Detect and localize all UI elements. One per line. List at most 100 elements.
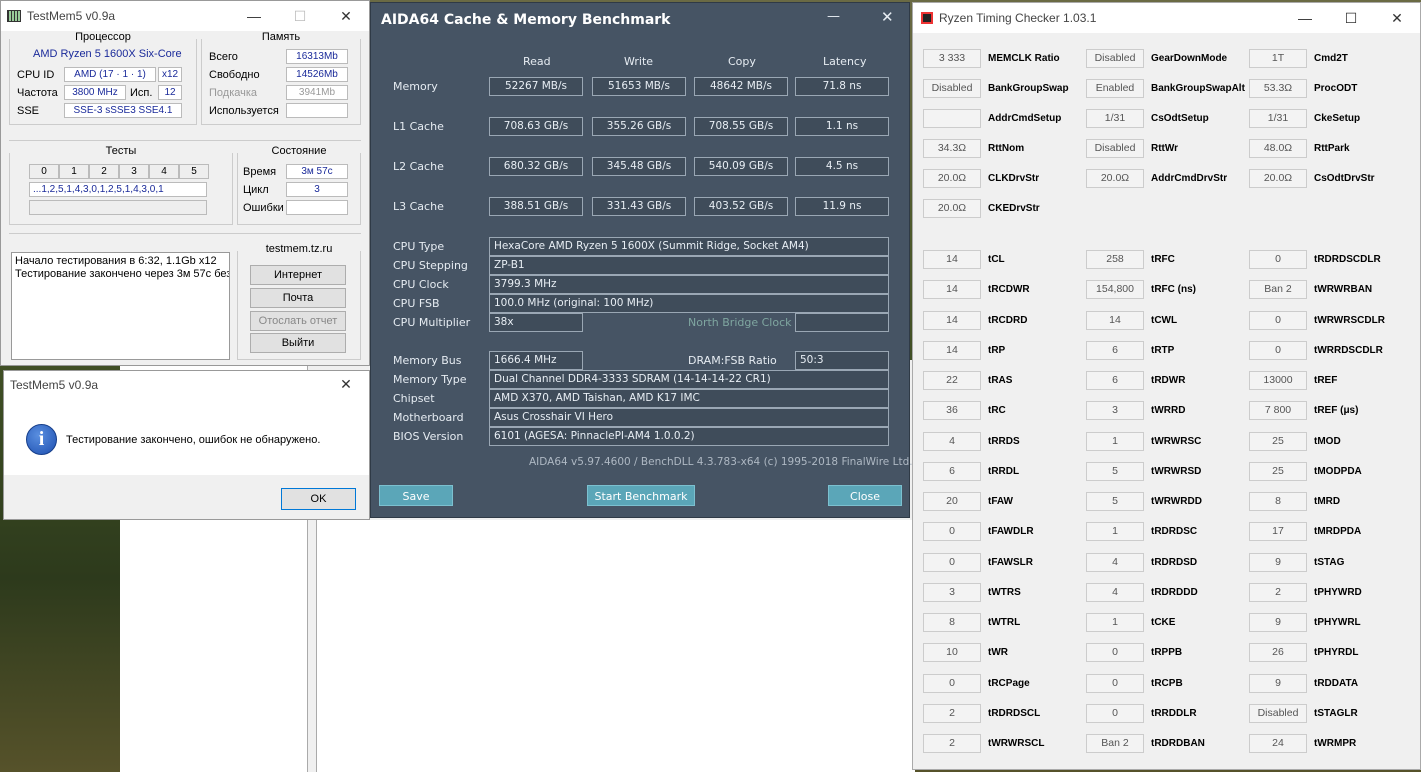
close-button[interactable]: ✕ <box>881 8 894 26</box>
timing-label: tWR <box>988 647 1008 659</box>
cpu-stepping-label: CPU Stepping <box>393 259 468 272</box>
timing-value: 14 <box>923 280 981 300</box>
close-button[interactable]: ✕ <box>1374 10 1420 27</box>
value-box: 403.52 GB/s <box>694 197 788 216</box>
timing-value: 1 <box>1086 431 1144 451</box>
value-box: 708.63 GB/s <box>489 117 583 136</box>
timing-label: tWTRL <box>988 617 1021 628</box>
close-button-bottom[interactable]: Close <box>828 485 902 506</box>
total-label: Всего <box>209 51 238 63</box>
test-sequence-field: ...1,2,5,1,4,3,0,1,2,5,1,4,3,0,1 <box>29 182 207 197</box>
close-button[interactable]: ✕ <box>323 376 369 393</box>
timing-value: 20 <box>923 492 981 511</box>
timing-value: 1/31 <box>1249 109 1307 128</box>
col-header-write: Write <box>624 55 654 68</box>
message-dialog: TestMem5 v0.9a ✕ i Тестирование закончен… <box>3 370 370 520</box>
mail-button[interactable]: Почта <box>250 288 346 308</box>
timing-label: tRCDWR <box>988 284 1030 296</box>
timing-label: RttNom <box>988 143 1025 154</box>
timing-value: 3 <box>923 582 981 602</box>
bios-box: 6101 (AGESA: PinnaclePI-AM4 1.0.0.2) <box>489 427 889 446</box>
save-button[interactable]: Save <box>379 485 453 506</box>
timing-value: 9 <box>1249 613 1307 632</box>
cpuid-field: AMD (17 · 1 · 1) <box>64 67 156 82</box>
group-title: Процессор <box>75 31 131 43</box>
group-title: Тесты <box>105 145 137 157</box>
start-benchmark-button[interactable]: Start Benchmark <box>587 485 695 506</box>
timing-value: Disabled <box>1249 703 1307 723</box>
exit-button[interactable]: Выйти <box>250 333 346 353</box>
timing-label: tFAWDLR <box>988 526 1034 538</box>
timing-value: 48.0Ω <box>1249 139 1307 158</box>
divider <box>9 233 361 234</box>
free-label: Свободно <box>209 69 260 81</box>
minimize-button[interactable]: — <box>231 8 277 24</box>
timing-value: 25 <box>1249 461 1307 481</box>
testmem-titlebar: TestMem5 v0.9a — ☐ ✕ <box>1 1 369 31</box>
row-label-l3: L3 Cache <box>393 200 444 213</box>
minimize-button[interactable]: — <box>827 9 840 24</box>
timing-label: tRCPB <box>1151 677 1183 689</box>
cpu-multiplier-box: 38x <box>489 313 583 332</box>
timing-label: tRAS <box>988 375 1013 386</box>
timing-value: 9 <box>1249 673 1307 693</box>
background-pane-right <box>316 520 915 772</box>
timing-value: 2 <box>923 734 981 753</box>
timing-label: tPHYWRD <box>1314 586 1362 598</box>
timing-value: 9 <box>1249 552 1307 572</box>
timing-value: 14 <box>923 250 981 269</box>
maximize-button[interactable]: ☐ <box>1328 10 1374 27</box>
ok-button[interactable]: OK <box>281 488 356 510</box>
timing-label: tRDDATA <box>1314 677 1359 689</box>
timing-label: tWRWRSD <box>1151 465 1202 477</box>
mem-type-label: Memory Type <box>393 373 467 386</box>
value-box: 4.5 ns <box>795 157 889 176</box>
close-button[interactable]: ✕ <box>323 8 369 25</box>
timing-value: 4 <box>1086 582 1144 602</box>
cpuid-label: CPU ID <box>17 69 55 81</box>
log-textarea[interactable]: Начало тестирования в 6:32, 1.1Gb x12 Те… <box>11 252 230 360</box>
row-label-l1: L1 Cache <box>393 120 444 133</box>
timing-label: tWRWRSC <box>1151 435 1202 447</box>
timing-label: tREF (μs) <box>1314 405 1359 417</box>
timing-label: RttWr <box>1151 143 1179 154</box>
timing-label: ProcODT <box>1314 83 1358 94</box>
timing-label: tRFC <box>1151 254 1175 265</box>
timing-label: tMRDPDA <box>1314 526 1362 538</box>
row-label-memory: Memory <box>393 80 438 93</box>
time-field: 3м 57с <box>286 164 348 179</box>
divider <box>9 140 361 141</box>
timing-label: tRDRDSC <box>1151 526 1198 538</box>
timing-label: tRP <box>988 344 1006 356</box>
rtc-window: Ryzen Timing Checker 1.03.1 — ☐ ✕ 3 333 M… <box>912 2 1421 770</box>
errors-field <box>286 200 348 215</box>
col-header-read: Read <box>523 55 551 68</box>
timing-value: Ban 2 <box>1249 280 1307 300</box>
window-title: AIDA64 Cache & Memory Benchmark <box>381 12 671 28</box>
timing-value: 7 800 <box>1249 401 1307 421</box>
timing-label: CKEDrvStr <box>988 203 1040 214</box>
timing-label: tCL <box>988 254 1005 265</box>
timing-label: tRCPage <box>988 677 1030 689</box>
timing-value: 10 <box>923 643 981 663</box>
timing-value: Ban 2 <box>1086 734 1144 753</box>
timing-label: tWRWRBAN <box>1314 284 1373 296</box>
timing-value: 2 <box>923 703 981 723</box>
minimize-button[interactable]: — <box>1282 10 1328 26</box>
timing-value: 1 <box>1086 522 1144 542</box>
timing-value: 25 <box>1249 431 1307 451</box>
internet-button[interactable]: Интернет <box>250 265 346 285</box>
timing-value: 20.0Ω <box>923 199 981 218</box>
cpu-fsb-label: CPU FSB <box>393 297 440 310</box>
timing-value: Disabled <box>1086 139 1144 158</box>
timing-label: tPHYRDL <box>1314 647 1359 659</box>
timing-label: tMRD <box>1314 496 1341 507</box>
cpu-clock-box: 3799.3 MHz <box>489 275 889 294</box>
timing-value: 5 <box>1086 492 1144 511</box>
dialog-message: Тестирование закончено, ошибок не обнару… <box>66 434 321 446</box>
value-box: 345.48 GB/s <box>592 157 686 176</box>
timing-label: tREF <box>1314 375 1338 386</box>
timing-value: 22 <box>923 371 981 390</box>
total-field: 16313Mb <box>286 49 348 64</box>
test-cell: 2 <box>89 164 119 179</box>
